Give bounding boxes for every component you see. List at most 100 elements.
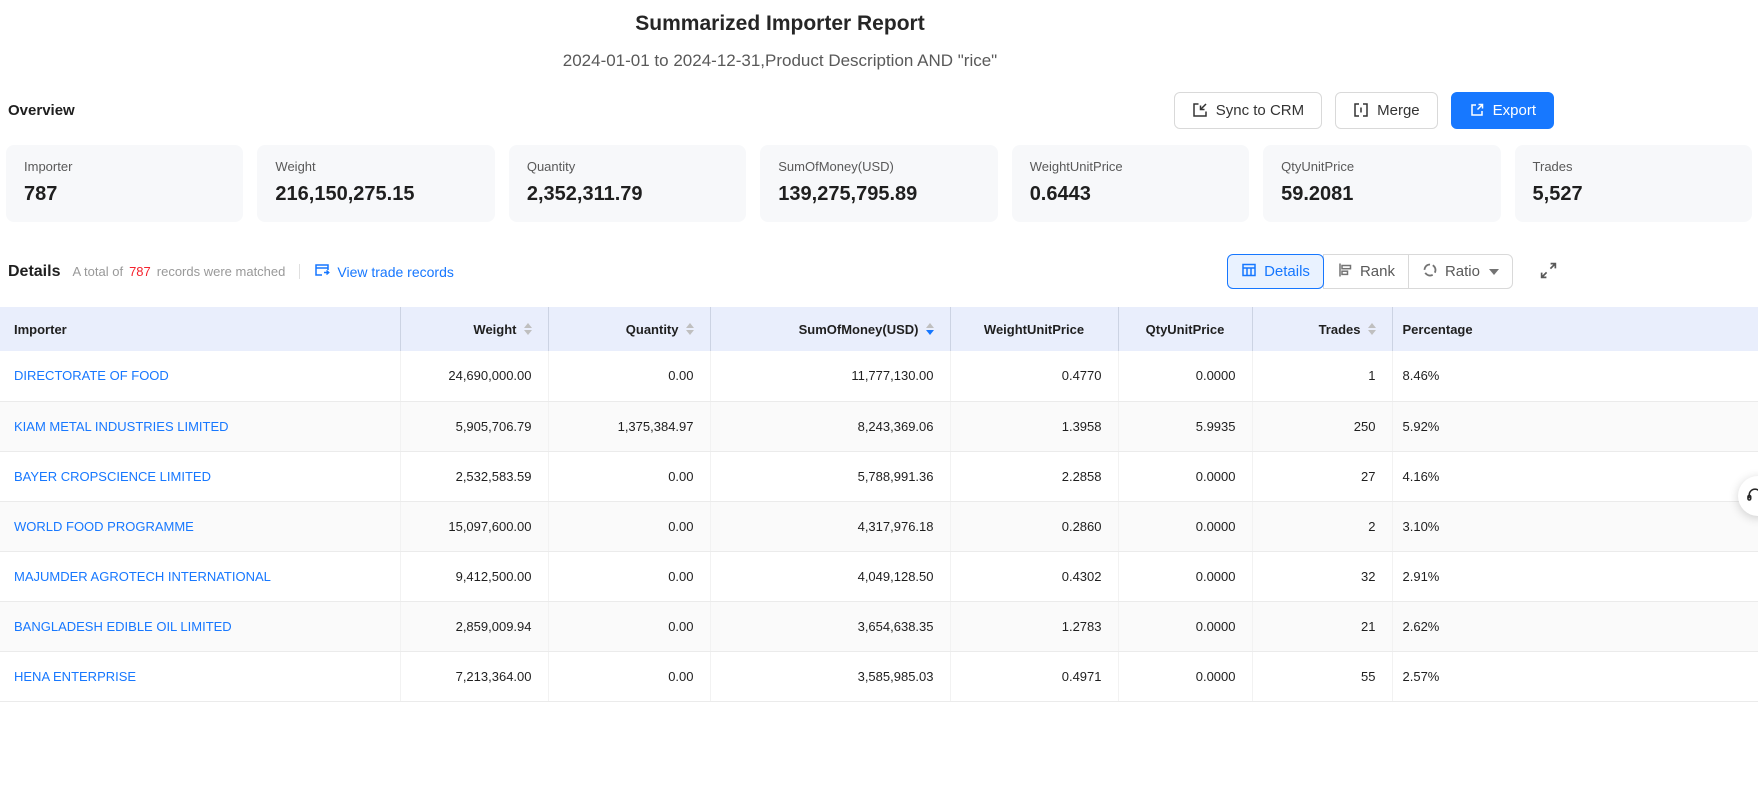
cell-qtyunitprice: 0.0000 [1118,451,1252,501]
fullscreen-button[interactable] [1537,259,1560,285]
stat-card-value: 139,275,795.89 [778,183,979,206]
col-header-quantity[interactable]: Quantity [548,307,710,351]
cell-weightunitprice: 1.2783 [950,601,1118,651]
cell-weightunitprice: 2.2858 [950,451,1118,501]
tab-rank-label: Rank [1360,263,1395,280]
chevron-down-icon [1489,269,1499,275]
sync-to-crm-label: Sync to CRM [1216,102,1304,119]
cell-percentage: 8.46% [1392,351,1758,401]
sort-caret-down [524,330,532,335]
view-trade-records-link[interactable]: View trade records [314,262,453,281]
stat-card-weight: Weight 216,150,275.15 [257,145,494,222]
merge-button[interactable]: Merge [1335,92,1438,129]
cell-sumofmoney: 4,317,976.18 [710,501,950,551]
cell-trades: 27 [1252,451,1392,501]
sort-icon[interactable] [524,323,532,335]
tab-rank[interactable]: Rank [1323,254,1409,289]
importer-link[interactable]: BANGLADESH EDIBLE OIL LIMITED [14,619,232,634]
importer-link[interactable]: HENA ENTERPRISE [14,669,136,684]
cell-weight: 5,905,706.79 [400,401,548,451]
cell-trades: 21 [1252,601,1392,651]
col-header-label: WeightUnitPrice [984,322,1084,337]
stat-card-qtyunitprice: QtyUnitPrice59.2081 [1263,145,1500,222]
cell-sumofmoney: 5,788,991.36 [710,451,950,501]
table-row: MAJUMDER AGROTECH INTERNATIONAL 9,412,500… [0,551,1758,601]
table-body: DIRECTORATE OF FOOD24,690,000.000.0011,7… [0,351,1758,701]
sync-to-crm-button[interactable]: Sync to CRM [1174,92,1322,129]
cell-weightunitprice: 1.3958 [950,401,1118,451]
bar-chart-icon [1337,262,1353,282]
cell-importer: KIAM METAL INDUSTRIES LIMITED [0,401,400,451]
importer-link[interactable]: KIAM METAL INDUSTRIES LIMITED [14,419,229,434]
sort-caret-down [686,330,694,335]
cell-percentage: 2.91% [1392,551,1758,601]
table-row: WORLD FOOD PROGRAMME15,097,600.000.004,3… [0,501,1758,551]
sort-caret-down [1368,330,1376,335]
export-button[interactable]: Export [1451,92,1554,129]
table-row: DIRECTORATE OF FOOD24,690,000.000.0011,7… [0,351,1758,401]
stat-card-label: Quantity [527,159,728,174]
importer-table: Importer Weight QuantitySumOfMoney(USD) Wei… [0,307,1758,702]
stat-card-quantity: Quantity2,352,311.79 [509,145,746,222]
match-count: 787 [129,264,151,279]
col-header-label: Importer [14,322,67,337]
stat-card-value: 216,150,275.15 [275,183,476,206]
table-row: BANGLADESH EDIBLE OIL LIMITED2,859,009.9… [0,601,1758,651]
view-switcher: Details Rank Ratio [1227,254,1560,289]
cell-quantity: 0.00 [548,651,710,701]
cell-trades: 1 [1252,351,1392,401]
cell-weightunitprice: 0.4770 [950,351,1118,401]
cell-qtyunitprice: 0.0000 [1118,651,1252,701]
cell-trades: 2 [1252,501,1392,551]
stat-card-value: 59.2081 [1281,183,1482,206]
sort-caret-up [926,323,934,328]
col-header-importer: Importer [0,307,400,351]
sort-caret-up [686,323,694,328]
details-toolbar: Details A total of 787 records were matc… [0,254,1758,289]
importer-link[interactable]: WORLD FOOD PROGRAMME [14,519,194,534]
table-header-row: Importer Weight QuantitySumOfMoney(USD) Wei… [0,307,1758,351]
col-header-sumofmoney[interactable]: SumOfMoney(USD) [710,307,950,351]
table-row: KIAM METAL INDUSTRIES LIMITED 5,905,706.7… [0,401,1758,451]
headset-icon [1745,485,1758,508]
importer-link[interactable]: DIRECTORATE OF FOOD [14,368,169,383]
match-summary-prefix: A total of [72,264,123,279]
col-header-inner: Importer [14,322,384,337]
cell-importer: BANGLADESH EDIBLE OIL LIMITED [0,601,400,651]
cell-quantity: 0.00 [548,551,710,601]
col-header-label: Trades [1319,322,1361,337]
cell-weightunitprice: 0.4971 [950,651,1118,701]
stat-card-label: WeightUnitPrice [1030,159,1231,174]
cell-trades: 55 [1252,651,1392,701]
col-header-trades[interactable]: Trades [1252,307,1392,351]
match-summary-suffix: records were matched [157,264,286,279]
cell-sumofmoney: 11,777,130.00 [710,351,950,401]
cell-trades: 250 [1252,401,1392,451]
cell-sumofmoney: 8,243,369.06 [710,401,950,451]
importer-link[interactable]: MAJUMDER AGROTECH INTERNATIONAL [14,569,271,584]
stat-card-label: Weight [275,159,476,174]
stat-card-weightunitprice: WeightUnitPrice 0.6443 [1012,145,1249,222]
overview-toolbar: Overview Sync to CRM Merge [0,91,1758,129]
col-header-inner: Weight [417,322,532,337]
cell-percentage: 3.10% [1392,501,1758,551]
cell-percentage: 2.57% [1392,651,1758,701]
col-header-weightunitprice: WeightUnitPrice [950,307,1118,351]
overview-cards: Importer787 Weight 216,150,275.15 Quantity2… [0,129,1758,222]
sort-icon[interactable] [1368,323,1376,335]
tab-details[interactable]: Details [1227,254,1324,289]
stat-card-importer: Importer787 [6,145,243,222]
stat-card-value: 0.6443 [1030,183,1231,206]
table-row: HENA ENTERPRISE7,213,364.000.003,585,985… [0,651,1758,701]
importer-link[interactable]: BAYER CROPSCIENCE LIMITED [14,469,211,484]
col-header-weight[interactable]: Weight [400,307,548,351]
stat-card-value: 787 [24,183,225,206]
cell-weight: 9,412,500.00 [400,551,548,601]
cell-percentage: 5.92% [1392,401,1758,451]
table-row: BAYER CROPSCIENCE LIMITED2,532,583.590.0… [0,451,1758,501]
tab-ratio[interactable]: Ratio [1408,254,1513,289]
sort-icon[interactable] [686,323,694,335]
col-header-inner: Percentage [1403,322,1743,337]
cell-quantity: 0.00 [548,601,710,651]
sort-icon[interactable] [926,323,934,335]
